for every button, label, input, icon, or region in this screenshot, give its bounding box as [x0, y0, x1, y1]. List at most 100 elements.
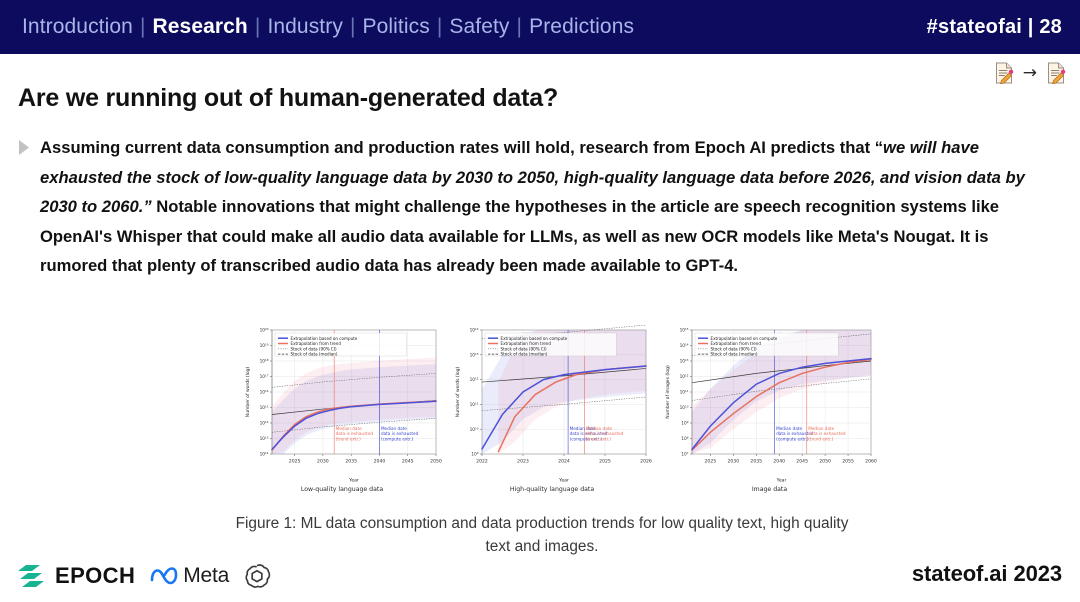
chart-2: 2022 2023 2024 2025 2026 10⁹ 10¹⁰ 10¹¹ 10¹² 10¹³ 1… — [452, 324, 652, 493]
svg-text:Number of images (log): Number of images (log) — [665, 365, 671, 419]
svg-text:10⁹: 10⁹ — [681, 421, 688, 427]
body-paragraph: Assuming current data consumption and pr… — [40, 133, 1050, 281]
svg-text:Extrapolation from trend: Extrapolation from trend — [501, 341, 552, 346]
svg-text:(trend extr.): (trend extr.) — [336, 436, 361, 441]
svg-text:10¹²: 10¹² — [470, 377, 479, 383]
svg-text:10¹⁴: 10¹⁴ — [470, 328, 479, 334]
svg-text:Year: Year — [776, 478, 787, 484]
svg-text:Extrapolation from trend: Extrapolation from trend — [711, 341, 762, 346]
body-block: Assuming current data consumption and pr… — [18, 133, 1063, 281]
chart-3: 2025 2030 2035 2040 2045 2050 2055 2060 10⁷ 10⁸ 10… — [662, 324, 877, 493]
nav-separator: | — [436, 15, 443, 38]
chart-3-subtitle: Image data — [751, 486, 788, 493]
paragraph-segment-0: Assuming current data consumption and pr… — [40, 138, 884, 157]
epoch-wordmark: EPOCH — [55, 563, 136, 588]
svg-text:Year: Year — [558, 478, 569, 484]
nav-separator: | — [254, 15, 261, 38]
svg-text:10¹⁷: 10¹⁷ — [260, 374, 269, 380]
svg-text:2025: 2025 — [289, 459, 301, 465]
svg-text:2050: 2050 — [430, 459, 442, 465]
svg-text:2050: 2050 — [819, 459, 831, 465]
svg-text:Stock of data (90% CI): Stock of data (90% CI) — [501, 346, 547, 351]
nav-item-introduction[interactable]: Introduction — [22, 15, 133, 39]
svg-text:2024: 2024 — [558, 459, 570, 465]
svg-text:10¹⁶: 10¹⁶ — [260, 390, 269, 396]
svg-text:10¹⁹: 10¹⁹ — [260, 343, 269, 349]
svg-text:(compute extr.): (compute extr.) — [776, 436, 809, 441]
svg-text:10¹¹: 10¹¹ — [680, 390, 689, 396]
svg-text:10⁹: 10⁹ — [471, 452, 478, 458]
svg-text:10¹²: 10¹² — [680, 374, 689, 380]
nav-separator: | — [349, 15, 356, 38]
document-pencil-icon-next[interactable] — [1046, 62, 1066, 84]
epoch-logo: EPOCH — [18, 563, 135, 589]
svg-text:2045: 2045 — [796, 459, 808, 465]
brand-tag: #stateofai | 28 — [926, 15, 1062, 38]
svg-text:2045: 2045 — [402, 459, 414, 465]
svg-text:10¹³: 10¹³ — [470, 352, 479, 358]
svg-text:Stock of data (90% CI): Stock of data (90% CI) — [711, 346, 757, 351]
footer-logos: EPOCH Meta — [18, 562, 271, 590]
svg-text:2040: 2040 — [773, 459, 785, 465]
arrow-right-icon: → — [1022, 62, 1037, 83]
svg-text:Extrapolation based on compute: Extrapolation based on compute — [711, 336, 778, 341]
slide: Introduction | Research | Industry | Politics |… — [0, 0, 1080, 602]
section-nav: Introduction | Research | Industry | Politics |… — [22, 15, 634, 39]
svg-text:2055: 2055 — [842, 459, 854, 465]
top-navigation-bar: Introduction | Research | Industry | Politics |… — [0, 0, 1080, 54]
svg-text:2030: 2030 — [727, 459, 739, 465]
svg-text:2040: 2040 — [374, 459, 386, 465]
svg-text:2026: 2026 — [640, 459, 652, 465]
chart-row: 2025 2030 2035 2040 2045 2050 10¹² 10¹³ 10¹⁴ 10¹⁵… — [242, 324, 877, 493]
svg-text:10¹⁵: 10¹⁵ — [260, 405, 269, 411]
svg-text:2025: 2025 — [705, 459, 717, 465]
paragraph-segment-2: Notable innovations that might challenge… — [40, 197, 1000, 276]
svg-text:Number of words (log): Number of words (log) — [455, 367, 461, 418]
svg-text:Extrapolation from trend: Extrapolation from trend — [291, 341, 342, 346]
nav-item-research[interactable]: Research — [153, 15, 248, 39]
svg-text:2022: 2022 — [476, 459, 488, 465]
triangle-bullet-icon — [18, 133, 40, 281]
svg-text:Stock of data (median): Stock of data (median) — [501, 352, 548, 357]
epoch-mark-icon — [18, 565, 44, 587]
svg-text:10¹³: 10¹³ — [680, 359, 689, 365]
openai-logo-icon — [245, 564, 271, 588]
svg-text:10¹¹: 10¹¹ — [470, 402, 479, 408]
svg-text:10¹⁴: 10¹⁴ — [260, 421, 269, 427]
svg-text:10⁸: 10⁸ — [681, 436, 688, 442]
svg-text:(compute extr.): (compute extr.) — [381, 436, 414, 441]
svg-text:(trend extr.): (trend extr.) — [586, 436, 611, 441]
slide-nav-icons: → — [994, 62, 1066, 84]
svg-text:2060: 2060 — [865, 459, 877, 465]
svg-text:Extrapolation based on compute: Extrapolation based on compute — [291, 336, 358, 341]
svg-text:2030: 2030 — [317, 459, 329, 465]
nav-item-industry[interactable]: Industry — [267, 15, 343, 39]
nav-item-predictions[interactable]: Predictions — [529, 15, 634, 39]
nav-item-safety[interactable]: Safety — [449, 15, 509, 39]
svg-text:Stock of data (median): Stock of data (median) — [711, 352, 758, 357]
svg-text:10¹⁴: 10¹⁴ — [680, 343, 689, 349]
svg-text:2023: 2023 — [517, 459, 529, 465]
page-title: Are we running out of human-generated da… — [18, 84, 559, 112]
nav-item-politics[interactable]: Politics — [363, 15, 430, 39]
svg-text:Stock of data (90% CI): Stock of data (90% CI) — [291, 346, 337, 351]
nav-separator: | — [516, 15, 523, 38]
nav-separator: | — [139, 15, 146, 38]
svg-text:10¹²: 10¹² — [260, 452, 269, 458]
svg-text:(trend extr.): (trend extr.) — [808, 436, 833, 441]
figure-1: 2025 2030 2035 2040 2045 2050 10¹² 10¹³ 10¹⁴ 10¹⁵… — [242, 324, 877, 493]
svg-text:2035: 2035 — [345, 459, 357, 465]
meta-infinity-icon — [150, 567, 178, 585]
footer-brand: stateof.ai 2023 — [911, 561, 1062, 586]
chart-2-subtitle: High-quality language data — [509, 486, 595, 493]
figure-caption: Figure 1: ML data consumption and data p… — [235, 515, 849, 555]
svg-text:10⁷: 10⁷ — [681, 452, 688, 458]
chart-1-subtitle: Low-quality language data — [300, 486, 384, 493]
svg-text:Extrapolation based on compute: Extrapolation based on compute — [501, 336, 568, 341]
meta-wordmark: Meta — [183, 564, 230, 587]
svg-text:10¹⁰: 10¹⁰ — [470, 427, 479, 433]
document-pencil-icon-prev[interactable] — [994, 62, 1014, 84]
svg-text:10²⁰: 10²⁰ — [260, 328, 269, 334]
svg-text:10¹⁰: 10¹⁰ — [680, 405, 689, 411]
svg-text:Number of words (log): Number of words (log) — [245, 367, 251, 418]
